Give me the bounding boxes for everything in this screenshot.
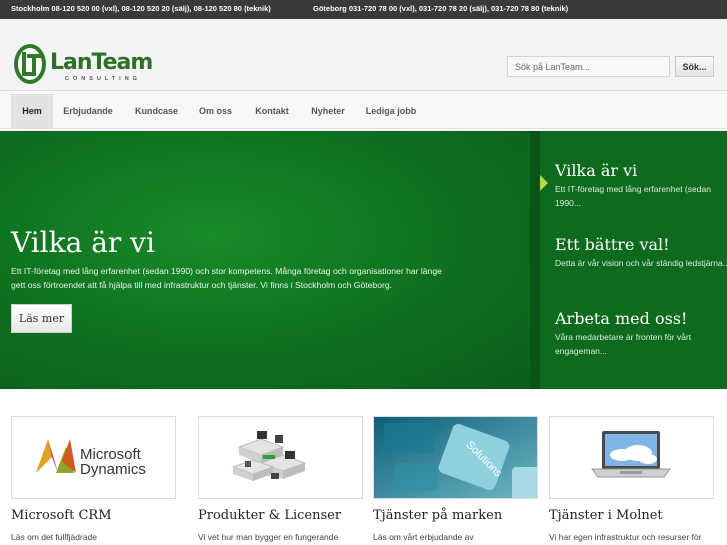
nav-item-kundcase[interactable]: Kundcase	[128, 94, 185, 128]
slide-text: Ett IT-företag med lång erfarenhet (seda…	[555, 184, 711, 208]
card-text: Vi har egen infrastruktur och resurser f…	[549, 532, 702, 542]
read-more-button[interactable]: Läs mer	[11, 304, 72, 333]
solutions-keyboard-image: Solutions	[373, 416, 538, 499]
hero-title: Vilka är vi	[11, 226, 155, 259]
logo-name: LanTeam	[50, 50, 153, 75]
hero-text: Ett IT-företag med lång erfarenhet (seda…	[11, 266, 442, 290]
search-input[interactable]	[507, 56, 670, 77]
card-title: Tjänster i Molnet	[549, 508, 663, 523]
laptop-cloud-icon	[591, 431, 671, 478]
nav-item-hem[interactable]: Hem	[11, 94, 53, 128]
card-title: Microsoft CRM	[11, 508, 112, 523]
slide-title: Arbeta med oss!	[555, 309, 688, 328]
microsoft-dynamics-logo: Microsoft Dynamics	[11, 416, 176, 499]
puzzle-network-image	[198, 416, 363, 499]
nav-item-lediga-jobb[interactable]: Lediga jobb	[361, 94, 421, 128]
card-title: Tjänster på marken	[373, 508, 503, 523]
card-title: Produkter & Licenser	[198, 508, 342, 523]
cloud-laptop-image	[549, 416, 714, 499]
contact-bar: Stockholm 08-120 520 00 (vxl), 08-120 52…	[0, 0, 727, 19]
logo[interactable]: LanTeam CONSULTING	[13, 42, 158, 88]
slider-nav: Vilka är vi Ett IT-företag med lång erfa…	[530, 131, 727, 389]
puzzle-icon	[231, 431, 307, 481]
nav-item-erbjudande[interactable]: Erbjudande	[58, 94, 118, 128]
nav-item-nyheter[interactable]: Nyheter	[303, 94, 353, 128]
card-text: Läs om vårt erbjudande av	[373, 532, 474, 542]
hero-banner: Vilka är vi Ett IT-företag med lång erfa…	[0, 131, 530, 389]
slide-title: Ett bättre val!	[555, 235, 670, 254]
slide-title: Vilka är vi	[555, 161, 638, 180]
slide-text: Detta är vår vision och vår ständig leds…	[555, 258, 727, 268]
slide-text: Våra medarbetare är fronten för vårt eng…	[555, 332, 692, 356]
dynamics-icon: Microsoft Dynamics	[36, 439, 146, 478]
search-button[interactable]: Sök...	[675, 56, 714, 77]
logo-tagline: CONSULTING	[65, 76, 141, 82]
logo-mark-icon	[14, 44, 46, 84]
card-text: Vi vet hur man bygger en fungerande	[198, 532, 339, 542]
image-text-dynamics: Dynamics	[80, 461, 146, 478]
main-nav: Hem Erbjudande Kundcase Om oss Kontakt N…	[0, 91, 727, 129]
site-header: LanTeam CONSULTING	[0, 19, 727, 91]
slide-link-battre-val[interactable]: Ett bättre val! Detta är vår vision och …	[555, 235, 727, 271]
slide-link-arbeta[interactable]: Arbeta med oss! Våra medarbetare är fron…	[555, 309, 727, 358]
stockholm-contact: Stockholm 08-120 520 00 (vxl), 08-120 52…	[11, 4, 271, 13]
slide-link-vilka[interactable]: Vilka är vi Ett IT-företag med lång erfa…	[555, 161, 727, 210]
keyboard-icon: Solutions	[374, 417, 537, 498]
nav-item-om-oss[interactable]: Om oss	[193, 94, 238, 128]
card-text: Läs om det fullfjädrade	[11, 532, 97, 542]
active-slide-arrow-icon	[540, 175, 548, 191]
goteborg-contact: Göteborg 031-720 78 00 (vxl), 031-720 78…	[313, 4, 569, 13]
nav-item-kontakt[interactable]: Kontakt	[248, 94, 296, 128]
